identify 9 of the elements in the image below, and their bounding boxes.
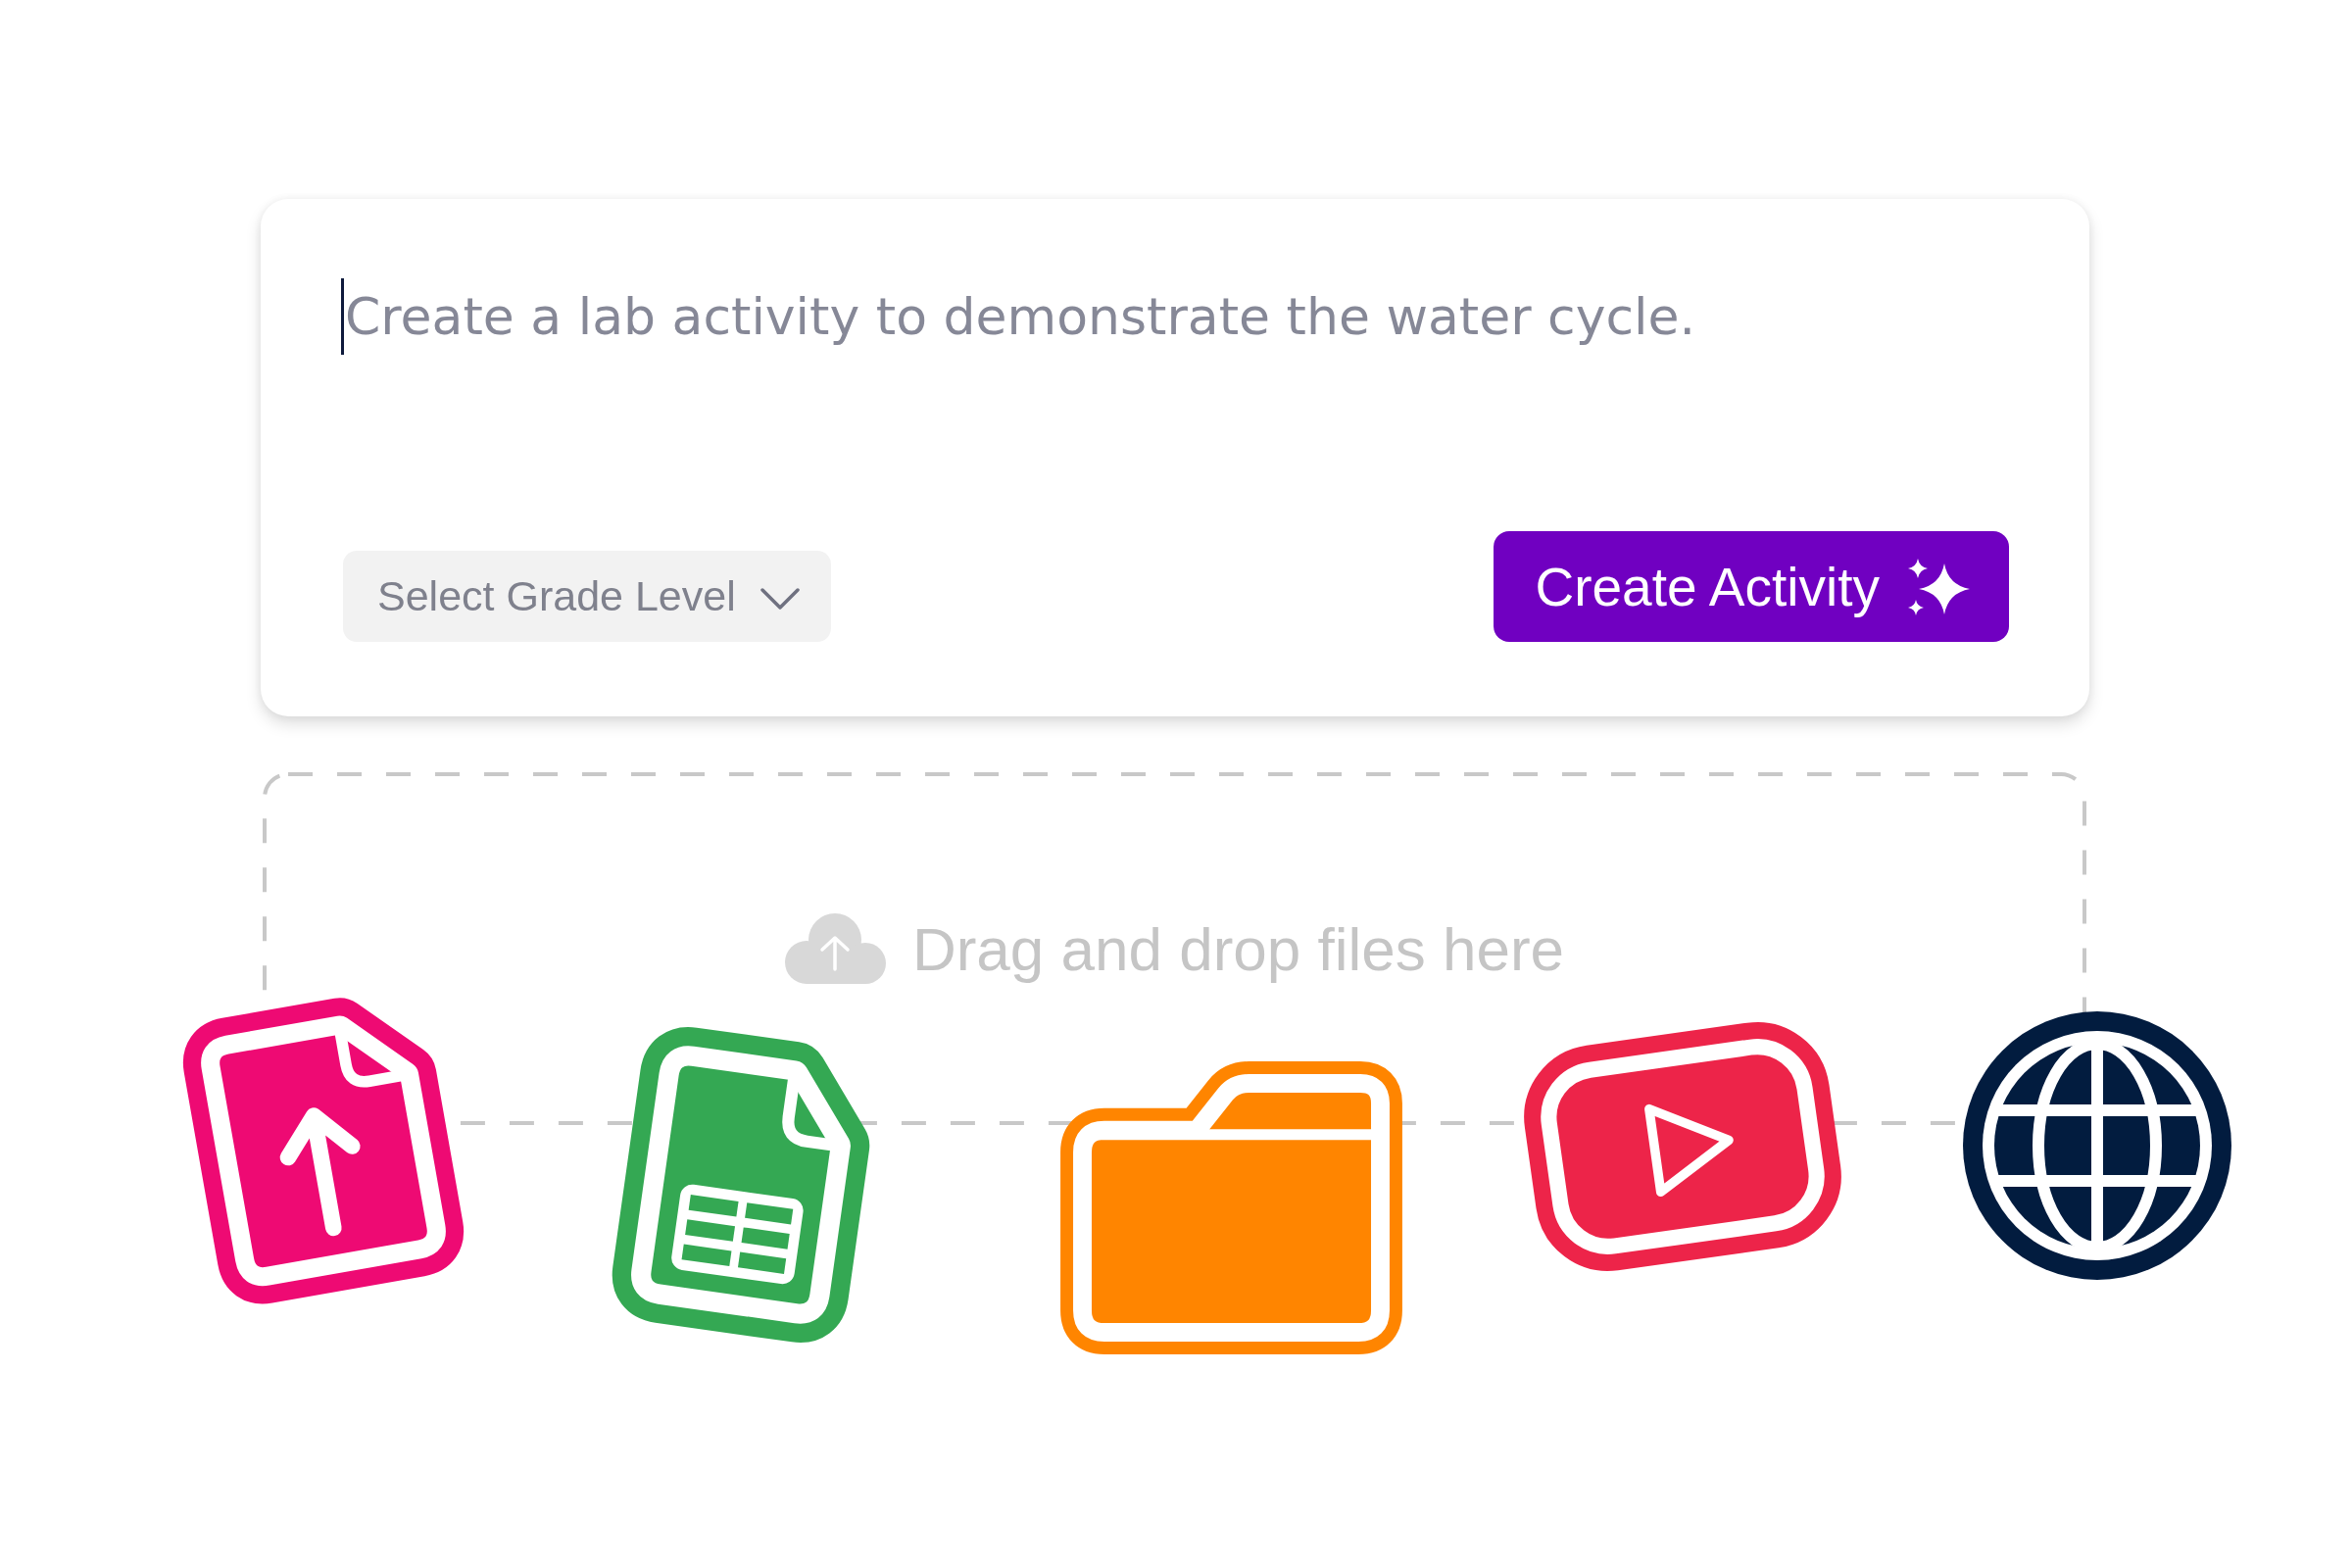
create-activity-button[interactable]: Create Activity [1494,531,2009,642]
sparkles-icon [1908,558,1970,615]
cloud-upload-icon [784,913,886,984]
grade-level-dropdown[interactable]: Select Grade Level [343,551,831,642]
drop-zone-hint: Drag and drop files here [911,913,1565,984]
globe-icon [1963,1011,2231,1280]
chevron-down-icon [760,587,800,610]
folder-icon [1060,1061,1402,1354]
prompt-field[interactable]: Create a lab activity to demonstrate the water cycle. [343,278,2009,514]
